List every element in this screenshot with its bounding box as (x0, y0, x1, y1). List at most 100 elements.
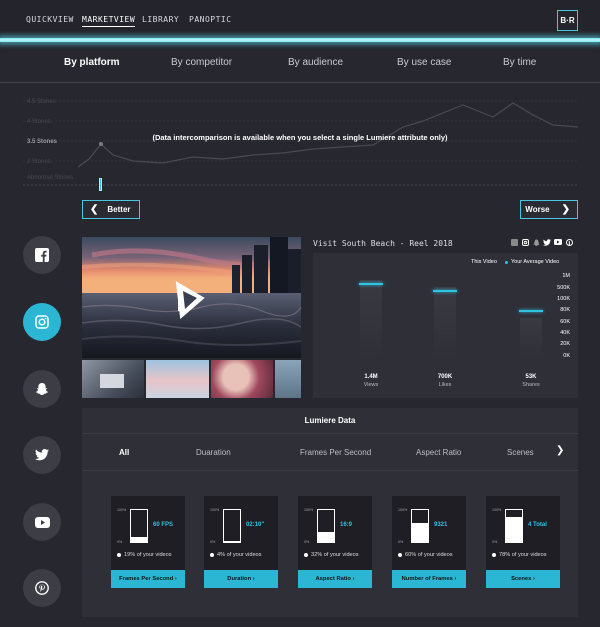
thumbnail-2[interactable] (146, 360, 209, 398)
card-gauge (317, 509, 335, 543)
instagram-icon[interactable] (521, 238, 529, 246)
lumiere-card-fps: 100% 0% 60 FPS 19% of your videos Frames… (111, 496, 185, 588)
platform-pinterest[interactable] (23, 569, 61, 607)
number-of-frames-button[interactable]: Number of Frames › (392, 570, 466, 588)
lumiere-tab-aspect-ratio[interactable]: Aspect Ratio (416, 448, 461, 457)
lumiere-tab-all[interactable]: All (119, 448, 129, 457)
card-percent: 32% of your videos (304, 552, 359, 558)
avg-marker-views (359, 283, 383, 285)
card-scale-bottom: 0% (398, 540, 404, 544)
tab-by-competitor[interactable]: By competitor (171, 57, 232, 68)
card-scale-bottom: 0% (210, 540, 216, 544)
platform-youtube[interactable] (23, 503, 61, 541)
stat-label-shares: Shares (522, 382, 540, 388)
lumiere-title: Lumiere Data (304, 416, 356, 425)
chevron-right-icon[interactable]: ❯ (556, 445, 564, 456)
video-social-icons (510, 238, 573, 246)
stat-label-views: Views (363, 382, 379, 388)
lumiere-tab-fps[interactable]: Frames Per Second (300, 448, 371, 457)
youtube-icon (34, 516, 50, 528)
stat-column-views (360, 280, 382, 358)
card-gauge (130, 509, 148, 543)
card-gauge-fill (318, 532, 334, 542)
pinterest-icon (35, 581, 49, 595)
lumiere-card-duration: 100% 0% 02:10" 4% of your videos Duratio… (204, 496, 278, 588)
facebook-icon[interactable] (510, 238, 518, 246)
stat-column-shares (520, 318, 542, 358)
card-scale-top: 100% (304, 508, 314, 512)
card-scale-bottom: 0% (117, 540, 123, 544)
aspect-ratio-button[interactable]: Aspect Ratio › (298, 570, 372, 588)
stats-y-0k: 0K (563, 353, 570, 359)
stat-value-likes: 700K (437, 374, 453, 380)
lumiere-tab-duration[interactable]: Duaration (196, 448, 231, 457)
tab-by-audience[interactable]: By audience (288, 57, 343, 68)
lumiere-card-aspect-ratio: 100% 0% 16:9 32% of your videos Aspect R… (298, 496, 372, 588)
card-scale-top: 100% (117, 508, 127, 512)
nav-quickview[interactable]: QUICKVIEW (26, 15, 74, 24)
stats-y-80k: 80K (560, 307, 570, 313)
nav-panoptic[interactable]: PANOPTIC (189, 15, 232, 24)
worse-button[interactable]: Worse ❯ (520, 200, 578, 219)
platform-twitter[interactable] (23, 436, 61, 474)
snapchat-icon[interactable] (532, 238, 540, 246)
video-title: Visit South Beach - Reel 2018 (313, 239, 453, 248)
platform-instagram[interactable] (23, 303, 61, 341)
lumiere-divider (82, 433, 578, 434)
stats-y-20k: 20K (560, 341, 570, 347)
legend-dot (505, 261, 508, 264)
card-value: 02:10" (246, 522, 265, 528)
worse-label: Worse (525, 205, 550, 214)
lumiere-card-scenes: 100% 0% 4 Total 78% of your videos Scene… (486, 496, 560, 588)
card-gauge (505, 509, 523, 543)
platform-snapchat[interactable] (23, 370, 61, 408)
legend-average-video: Your Average Video (511, 259, 560, 265)
better-label: Better (107, 205, 131, 214)
better-button[interactable]: ❮ Better (82, 200, 140, 219)
card-scale-top: 100% (210, 508, 220, 512)
top-nav: QUICKVIEW MARKETVIEW LIBRARY PANOPTIC B·… (0, 0, 600, 40)
legend-this-video: This Video (471, 259, 497, 265)
facebook-icon (35, 248, 49, 262)
platform-facebook[interactable] (23, 236, 61, 274)
chevron-right-icon: › (454, 576, 457, 582)
tab-by-time[interactable]: By time (503, 57, 536, 68)
fps-button[interactable]: Frames Per Second › (111, 570, 185, 588)
chart-marker[interactable] (99, 178, 102, 191)
thumbnail-3[interactable] (210, 360, 274, 398)
avg-marker-likes (433, 290, 457, 292)
nav-library[interactable]: LIBRARY (142, 15, 179, 24)
y-label-4: 4 Stones (27, 119, 51, 125)
youtube-icon[interactable] (554, 238, 562, 246)
card-scale-top: 100% (492, 508, 502, 512)
card-percent: 78% of your videos (492, 552, 547, 558)
nav-marketview[interactable]: MARKETVIEW (82, 15, 136, 27)
card-scale-top: 100% (398, 508, 408, 512)
avg-marker-shares (519, 310, 543, 312)
stat-value-shares: 53K (525, 374, 537, 380)
video-player[interactable] (82, 237, 301, 358)
thumbnail-1[interactable] (82, 360, 145, 398)
video-frame (82, 237, 301, 358)
pinterest-icon[interactable] (565, 238, 573, 246)
card-gauge (411, 509, 429, 543)
lumiere-tab-scenes[interactable]: Scenes (507, 448, 534, 457)
brand-logo[interactable]: B·R (557, 10, 578, 31)
card-value: 4 Total (528, 522, 547, 528)
duration-button[interactable]: Duration › (204, 570, 278, 588)
card-gauge (223, 509, 241, 543)
lumiere-tabs-divider (82, 470, 578, 471)
tabs-divider (0, 82, 600, 83)
y-label-abnormal: Abnormal Stones (27, 175, 74, 181)
chevron-right-icon: › (533, 576, 535, 582)
y-label-4-5: 4.5 Stones (27, 99, 56, 105)
thumbnail-4[interactable] (275, 360, 301, 398)
card-gauge-fill (131, 536, 147, 542)
twitter-icon[interactable] (543, 238, 551, 246)
tab-by-use-case[interactable]: By use case (397, 57, 451, 68)
twitter-icon (35, 449, 49, 461)
card-scale-bottom: 0% (492, 540, 498, 544)
card-value: 9321 (434, 522, 448, 528)
tab-by-platform[interactable]: By platform (64, 57, 120, 68)
scenes-button[interactable]: Scenes › (486, 570, 560, 588)
